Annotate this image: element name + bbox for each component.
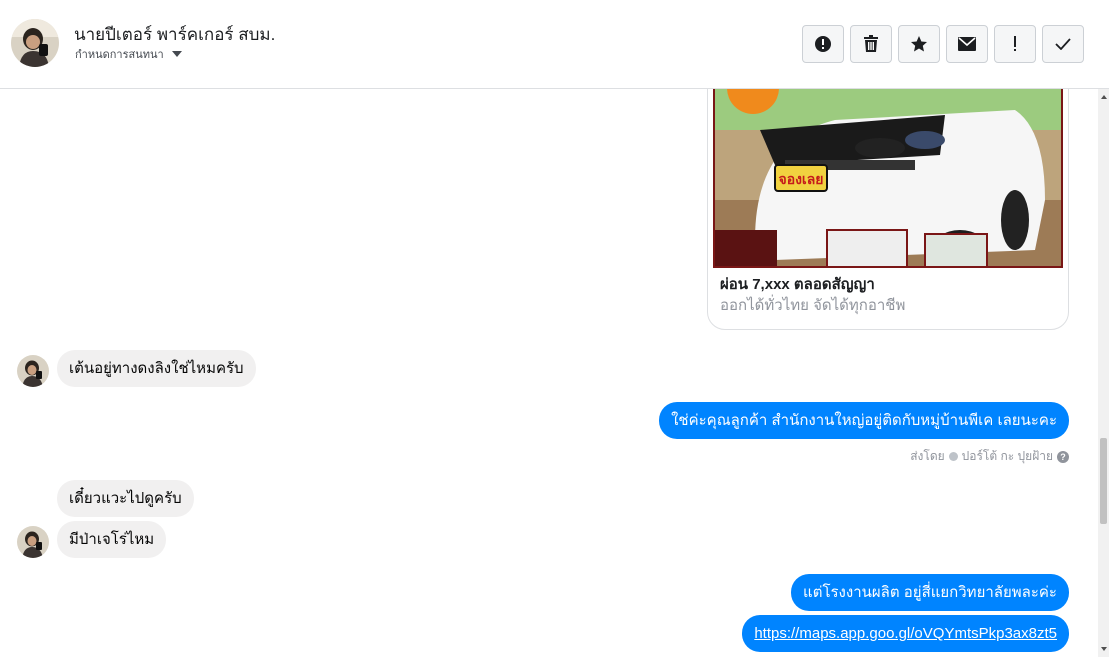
delete-button[interactable] xyxy=(850,25,892,63)
incoming-message[interactable]: เต้นอยู่ทางดงลิงใช่ไหมครับ xyxy=(57,350,256,387)
sent-by-indicator: ส่งโดย ปอร์โต้ กะ ปุยฝ้าย ? xyxy=(910,447,1069,466)
outgoing-message[interactable]: ใช่ค่ะคุณลูกค้า สำนักงานใหญ่อยู่ติดกับหม… xyxy=(659,402,1069,439)
envelope-icon xyxy=(958,37,976,51)
outgoing-link-message[interactable]: https://maps.app.goo.gl/oVQYmtsPkp3ax8zt… xyxy=(742,615,1069,652)
assign-conversation-dropdown[interactable]: กำหนดการสนทนา xyxy=(75,45,182,63)
mark-unread-button[interactable] xyxy=(946,25,988,63)
thread-scrollbar[interactable] xyxy=(1098,89,1109,657)
incoming-message[interactable]: มีป่าเจโร่ไหม xyxy=(57,521,167,558)
incoming-message[interactable]: เดี๋ยวแวะไปดูครับ xyxy=(57,480,194,517)
link-preview-card[interactable]: จองเลย ผ่อน 7,xxx ตลอดสัญญา ออกได้ทั่วไท… xyxy=(707,89,1069,330)
contact-avatar[interactable] xyxy=(11,19,59,67)
important-button[interactable] xyxy=(994,25,1036,63)
link-preview-description: ออกได้ทั่วไทย จัดได้ทุกอาชีพ xyxy=(720,297,906,314)
scroll-down-arrow-icon[interactable] xyxy=(1101,647,1107,651)
outgoing-message[interactable]: แต่โรงงานผลิต อยู่สี่แยกวิทยาลัยพละค่ะ xyxy=(791,574,1069,611)
scroll-up-arrow-icon[interactable] xyxy=(1101,95,1107,99)
trash-icon xyxy=(864,35,878,52)
sender-avatar xyxy=(17,355,49,387)
spam-button[interactable] xyxy=(802,25,844,63)
promo-stamp-text: จองเลย xyxy=(778,172,823,188)
scrollbar-thumb[interactable] xyxy=(1100,438,1107,524)
star-button[interactable] xyxy=(898,25,940,63)
conversation-header: นายปีเตอร์ พาร์คเกอร์ สบม. กำหนดการสนทนา xyxy=(0,0,1109,89)
sent-by-sender: ปอร์โต้ กะ ปุยฝ้าย xyxy=(961,449,1053,463)
check-icon xyxy=(948,452,958,461)
contact-name: นายปีเตอร์ พาร์คเกอร์ สบม. xyxy=(74,25,276,44)
mark-done-button[interactable] xyxy=(1042,25,1084,63)
conversation-toolbar xyxy=(802,25,1084,63)
message-thread: จองเลย ผ่อน 7,xxx ตลอดสัญญา ออกได้ทั่วไท… xyxy=(0,89,1109,657)
star-icon xyxy=(911,36,927,52)
checkmark-icon xyxy=(1055,38,1071,50)
assign-conversation-label: กำหนดการสนทนา xyxy=(75,49,164,61)
exclamation-icon xyxy=(1014,36,1016,51)
link-preview-image: จองเลย xyxy=(713,89,1063,268)
sender-avatar xyxy=(17,526,49,558)
sent-by-label: ส่งโดย xyxy=(910,449,945,463)
alert-circle-icon xyxy=(815,36,831,52)
caret-down-icon xyxy=(171,51,182,57)
help-icon[interactable]: ? xyxy=(1057,450,1069,463)
